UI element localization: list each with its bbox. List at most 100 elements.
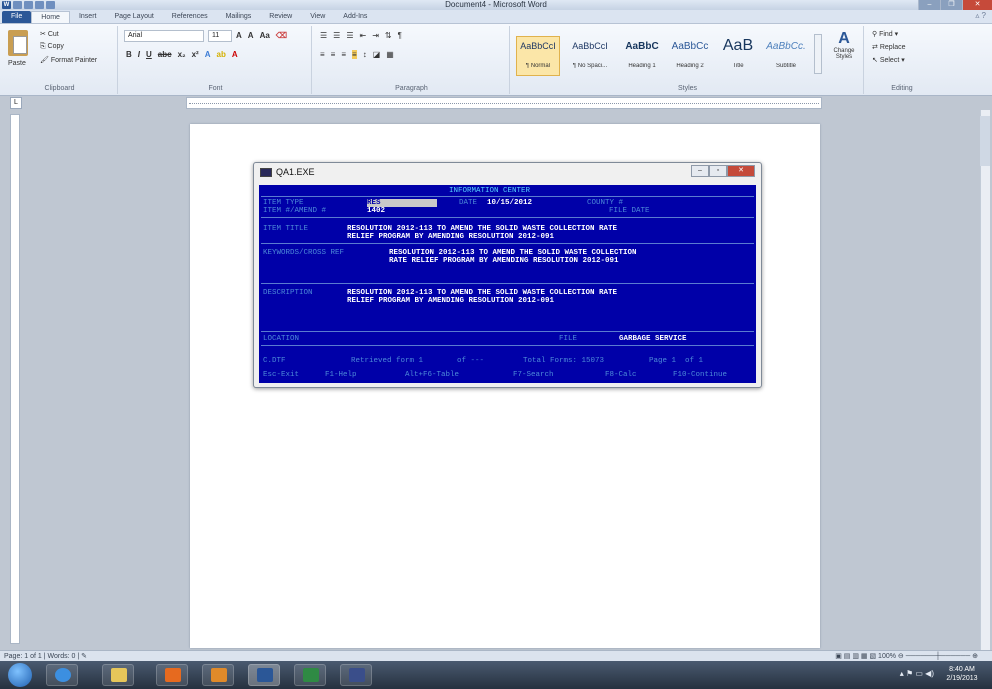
find-button[interactable]: ⚲ Find ▾ [872, 30, 898, 38]
format-painter-button[interactable]: 🖌 Format Painter [40, 56, 97, 64]
font-size-select[interactable]: 11 [208, 30, 232, 42]
line-spacing-icon[interactable]: ↕ [363, 50, 367, 59]
grow-font-icon[interactable]: A [236, 31, 242, 40]
style-subtitle[interactable]: AaBbCc. Subtitle [764, 36, 808, 76]
keywords-label: KEYWORDS/CROSS REF [263, 249, 345, 257]
justify-icon[interactable]: ≡ [352, 50, 357, 59]
taskbar-ie[interactable] [46, 664, 78, 686]
increase-indent-icon[interactable]: ⇥ [372, 31, 379, 40]
tab-add-ins[interactable]: Add-Ins [334, 11, 376, 23]
maximize-button[interactable]: ❐ [940, 0, 962, 10]
date-label: DATE [459, 199, 478, 207]
align-right-icon[interactable]: ≡ [341, 50, 346, 59]
shrink-font-icon[interactable]: A [248, 31, 254, 40]
paste-icon[interactable] [8, 30, 28, 56]
tab-review[interactable]: Review [260, 11, 301, 23]
cut-button[interactable]: ✂ Cut [40, 30, 59, 38]
taskbar-word[interactable] [248, 664, 280, 686]
start-button[interactable] [8, 663, 32, 687]
dos-close-button[interactable]: ✕ [727, 165, 755, 177]
dos-window-image[interactable]: QA1.EXE – ▫ ✕ INFORMATION CENTER ITEM TY… [253, 162, 762, 388]
help-icon[interactable]: ▵ ? [975, 11, 986, 20]
style-normal[interactable]: AaBbCcI ¶ Normal [516, 36, 560, 76]
tab-home[interactable]: Home [31, 11, 70, 23]
taskbar-console[interactable] [340, 664, 372, 686]
folder-icon [111, 668, 127, 682]
key-f8: F8-Calc [605, 371, 637, 379]
replace-button[interactable]: ⇄ Replace [872, 43, 906, 51]
copy-button[interactable]: ⎘ Copy [40, 43, 64, 51]
change-styles-button[interactable]: A Change Styles [826, 30, 862, 60]
bold-icon[interactable]: B [126, 50, 132, 59]
tab-selector-icon[interactable]: L [10, 97, 22, 109]
font-color-icon[interactable]: A [232, 50, 238, 59]
clipboard-group: Paste ✂ Cut ⎘ Copy 🖌 Format Painter Clip… [2, 26, 118, 94]
font-size-controls: A A Aa ⌫ [236, 31, 287, 40]
clipboard-label: Clipboard [44, 85, 75, 92]
decrease-indent-icon[interactable]: ⇤ [360, 31, 367, 40]
font-format-controls: B I U abc x₂ x² A ab A [126, 50, 238, 59]
taskbar-explorer[interactable] [102, 664, 134, 686]
highlight-icon[interactable]: ab [217, 50, 226, 59]
style-no-spacing[interactable]: AaBbCcI ¶ No Spaci... [564, 36, 616, 76]
minimize-button[interactable]: – [918, 0, 940, 10]
style-heading-1[interactable]: AaBbC Heading 1 [620, 36, 664, 76]
italic-icon[interactable]: I [138, 50, 140, 59]
dos-minimize-button[interactable]: – [691, 165, 709, 177]
dos-maximize-button[interactable]: ▫ [709, 165, 727, 177]
date-value: 10/15/2012 [487, 199, 533, 207]
show-marks-icon[interactable]: ¶ [398, 31, 402, 40]
style-title[interactable]: AaB Title [716, 36, 760, 76]
subscript-icon[interactable]: x₂ [178, 50, 186, 59]
underline-icon[interactable]: U [146, 50, 152, 59]
proofing-icon[interactable]: ✎ [81, 653, 87, 660]
align-center-icon[interactable]: ≡ [331, 50, 336, 59]
strikethrough-icon[interactable]: abc [158, 50, 172, 59]
align-left-icon[interactable]: ≡ [320, 50, 325, 59]
copy-icon: ⎘ [40, 43, 48, 50]
view-buttons[interactable]: ▣ ▤ ▥ ▦ ▧ [835, 653, 876, 660]
vertical-ruler[interactable] [10, 114, 20, 644]
tab-mailings[interactable]: Mailings [217, 11, 261, 23]
taskbar-media[interactable] [156, 664, 188, 686]
font-label: Font [208, 85, 223, 92]
multilevel-list-icon[interactable]: ☰ [346, 31, 353, 40]
change-case-icon[interactable]: Aa [260, 31, 270, 40]
system-tray[interactable]: ▴ ⚑ ▭ ◀) [900, 669, 934, 678]
superscript-icon[interactable]: x² [192, 50, 199, 59]
tab-page-layout[interactable]: Page Layout [105, 11, 162, 23]
text-effects-icon[interactable]: A [205, 50, 211, 59]
tab-view[interactable]: View [301, 11, 334, 23]
bullets-icon[interactable]: ☰ [320, 31, 327, 40]
file-value: GARBAGE SERVICE [619, 335, 687, 343]
numbering-icon[interactable]: ☰ [333, 31, 340, 40]
clock[interactable]: 8:40 AM 2/19/2013 [938, 665, 986, 683]
clear-format-icon[interactable]: ⌫ [276, 31, 287, 40]
borders-icon[interactable]: ▦ [386, 50, 394, 59]
vertical-scrollbar[interactable] [980, 110, 990, 650]
status-file: C.DTF [263, 357, 286, 365]
description-line-1: RESOLUTION 2012-113 TO AMEND THE SOLID W… [347, 289, 618, 297]
font-name-select[interactable]: Arial [124, 30, 204, 42]
page-count[interactable]: Page: 1 of 1 [4, 653, 42, 660]
word-count[interactable]: Words: 0 [47, 653, 75, 660]
scroll-thumb[interactable] [980, 116, 990, 166]
zoom-level[interactable]: 100% [878, 653, 896, 660]
paste-button[interactable]: Paste [8, 60, 26, 67]
paragraph-group: ☰ ☰ ☰ ⇤ ⇥ ⇅ ¶ ≡ ≡ ≡ ≡ ↕ ◪ ▦ Paragraph [314, 26, 510, 94]
shading-icon[interactable]: ◪ [373, 50, 381, 59]
tab-references[interactable]: References [163, 11, 217, 23]
horizontal-ruler[interactable] [186, 97, 822, 109]
styles-scroll[interactable] [814, 34, 822, 74]
sort-icon[interactable]: ⇅ [385, 31, 392, 40]
select-button[interactable]: ↖ Select ▾ [872, 56, 905, 64]
close-button[interactable]: ✕ [962, 0, 992, 10]
tab-insert[interactable]: Insert [70, 11, 106, 23]
alignment-controls: ≡ ≡ ≡ ≡ ↕ ◪ ▦ [320, 50, 394, 59]
key-f7: F7-Search [513, 371, 554, 379]
zoom-slider[interactable]: ⊖ ──────┼────── ⊕ [898, 653, 978, 660]
taskbar-excel[interactable] [294, 664, 326, 686]
tab-file[interactable]: File [2, 11, 32, 23]
style-heading-2[interactable]: AaBbCc Heading 2 [668, 36, 712, 76]
taskbar-outlook[interactable] [202, 664, 234, 686]
